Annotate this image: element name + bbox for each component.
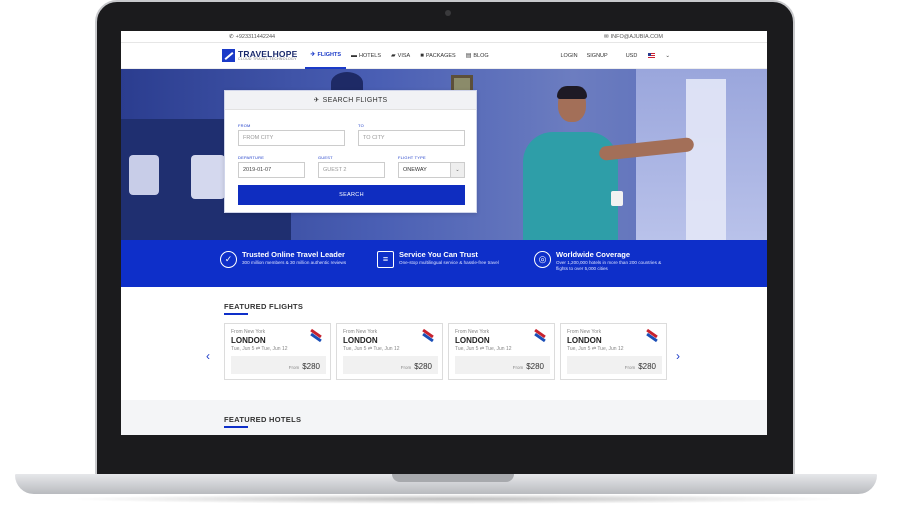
bed-icon: ▬ (351, 52, 358, 59)
email-contact[interactable]: ✉ INFO@AJUBIA.COM (604, 34, 663, 40)
card-price-box: From $280 (343, 356, 438, 374)
currency-selector[interactable]: USD ⌄ (617, 53, 670, 59)
featured-flights-title: FEATURED FLIGHTS (224, 302, 304, 311)
nav-item-packages[interactable]: ■ PACKAGES (415, 43, 460, 69)
flight-card[interactable]: From New York LONDON Tue, Jun 5 ⇄ Tue, J… (448, 323, 555, 380)
nav-links: ✈ FLIGHTS ▬ HOTELS ▰ VISA ■ PACKAGES ▤ BLOG (305, 43, 493, 69)
feature-title: Worldwide Coverage (556, 250, 631, 259)
airline-logo-icon (310, 328, 322, 343)
webcam-dot (445, 10, 451, 16)
hero-curtain-image (686, 79, 726, 240)
card-price-box: From $280 (455, 356, 550, 374)
departure-date-input[interactable]: 2019-01-07 (238, 162, 305, 178)
brand-logo[interactable]: TRAVELHOPE CLOUD TRAVEL TECHNOLOGY (222, 49, 297, 62)
nav-item-blog[interactable]: ▤ BLOG (461, 43, 494, 69)
passport-icon: ▰ (391, 53, 396, 59)
phone-icon: ✆ (229, 33, 234, 40)
nav-account-links: LOGIN SIGNUP USD ⌄ (551, 43, 670, 69)
card-origin: From New York (343, 329, 378, 335)
card-dates: Tue, Jun 5 ⇄ Tue, Jun 12 (231, 346, 288, 352)
section-underline (224, 313, 248, 315)
phone-contact[interactable]: ✆ +923311442244 (229, 34, 275, 40)
card-price: $280 (638, 362, 656, 371)
document-icon: ▤ (465, 53, 472, 59)
nav-item-visa[interactable]: ▰ VISA (386, 43, 415, 69)
flight-card[interactable]: From New York LONDON Tue, Jun 5 ⇄ Tue, J… (224, 323, 331, 380)
chevron-down-icon: ⌄ (665, 53, 670, 59)
plane-icon: ✈ (313, 97, 320, 104)
feature-service-trust: ≡ Service You Can Trust One-stop multili… (377, 240, 534, 287)
search-form-header: ✈ SEARCH FLIGHTS (225, 91, 476, 110)
flight-type-select[interactable]: ONEWAY ⌄ (398, 162, 465, 178)
to-label: TO (358, 123, 364, 128)
card-price-box: From $280 (567, 356, 662, 374)
features-strip: ✓ Trusted Online Travel Leader 300 milli… (121, 240, 767, 287)
card-dates: Tue, Jun 5 ⇄ Tue, Jun 12 (455, 346, 512, 352)
to-city-input[interactable]: TO CITY (358, 130, 465, 146)
airline-logo-icon (646, 328, 658, 343)
search-button[interactable]: SEARCH (238, 185, 465, 205)
feature-text: Over 1,200,000 hotels in more than 200 c… (556, 260, 662, 271)
badge-check-icon: ✓ (220, 251, 237, 268)
hero-pillow-image (191, 155, 225, 199)
suitcase-icon: ■ (420, 52, 424, 59)
card-dates: Tue, Jun 5 ⇄ Tue, Jun 12 (567, 346, 624, 352)
card-destination: LONDON (343, 336, 378, 345)
feature-trusted-leader: ✓ Trusted Online Travel Leader 300 milli… (220, 240, 377, 287)
hero-cup-image (611, 191, 623, 206)
from-city-input[interactable]: FROM CITY (238, 130, 345, 146)
feature-text: 300 million members & 30 million authent… (242, 260, 347, 266)
nav-item-flights[interactable]: ✈ FLIGHTS (305, 43, 347, 69)
laptop-shadow (60, 494, 850, 504)
card-destination: LONDON (567, 336, 602, 345)
nav-item-hotels[interactable]: ▬ HOTELS (346, 43, 386, 69)
guest-label: GUEST (318, 155, 333, 160)
envelope-icon: ✉ (604, 33, 609, 40)
globe-icon: ◎ (534, 251, 551, 268)
login-link[interactable]: LOGIN (560, 53, 577, 59)
plane-icon: ✈ (310, 52, 316, 58)
featured-hotels-section (121, 400, 767, 435)
flight-card[interactable]: From New York LONDON Tue, Jun 5 ⇄ Tue, J… (336, 323, 443, 380)
airline-logo-icon (422, 328, 434, 343)
flight-type-label: FLIGHT TYPE (398, 155, 426, 160)
logo-mark-icon (222, 49, 235, 62)
feature-worldwide-coverage: ◎ Worldwide Coverage Over 1,200,000 hote… (534, 240, 691, 287)
card-origin: From New York (455, 329, 490, 335)
top-contact-bar: ✆ +923311442244 ✉ INFO@AJUBIA.COM (121, 31, 767, 43)
hero-pillow-image (129, 155, 159, 195)
us-flag-icon (647, 53, 655, 59)
feature-title: Trusted Online Travel Leader (242, 250, 345, 259)
section-underline (224, 426, 248, 428)
flight-search-form: ✈ SEARCH FLIGHTS FROM FROM CITY TO TO CIT… (224, 90, 477, 213)
card-price-box: From $280 (231, 356, 326, 374)
card-dates: Tue, Jun 5 ⇄ Tue, Jun 12 (343, 346, 400, 352)
hero-banner: ✈ SEARCH FLIGHTS FROM FROM CITY TO TO CIT… (121, 69, 767, 240)
main-navbar: TRAVELHOPE CLOUD TRAVEL TECHNOLOGY ✈ FLIG… (121, 43, 767, 69)
card-origin: From New York (231, 329, 266, 335)
signup-link[interactable]: SIGNUP (587, 53, 608, 59)
featured-hotels-title: FEATURED HOTELS (224, 415, 302, 424)
airline-logo-icon (534, 328, 546, 343)
flight-card[interactable]: From New York LONDON Tue, Jun 5 ⇄ Tue, J… (560, 323, 667, 380)
departure-label: DEPARTURE (238, 155, 265, 160)
carousel-next-button[interactable]: › (676, 349, 680, 363)
from-label: FROM (238, 123, 251, 128)
card-price: $280 (302, 362, 320, 371)
card-origin: From New York (567, 329, 602, 335)
brand-tagline: CLOUD TRAVEL TECHNOLOGY (238, 57, 297, 61)
card-destination: LONDON (231, 336, 266, 345)
card-price: $280 (414, 362, 432, 371)
card-destination: LONDON (455, 336, 490, 345)
feature-text: One-stop multilingual service & hassle-f… (399, 260, 499, 266)
hero-person-hair-image (557, 86, 587, 99)
guest-input[interactable]: GUEST 2 (318, 162, 385, 178)
feature-title: Service You Can Trust (399, 250, 478, 259)
website-screen: ✆ +923311442244 ✉ INFO@AJUBIA.COM TRAVELHO… (121, 31, 767, 435)
carousel-prev-button[interactable]: ‹ (206, 349, 210, 363)
chat-icon: ≡ (377, 251, 394, 268)
laptop-notch (392, 474, 514, 482)
chevron-down-icon: ⌄ (450, 163, 464, 177)
card-price: $280 (526, 362, 544, 371)
